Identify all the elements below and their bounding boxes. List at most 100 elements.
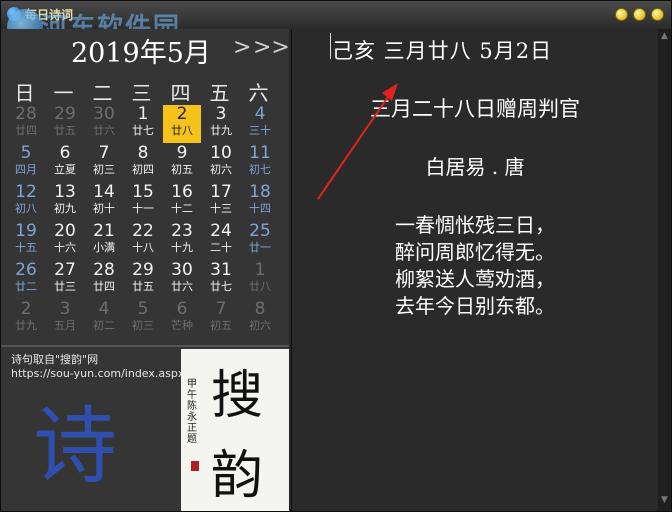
day-number: 4 bbox=[254, 104, 266, 124]
calendar-day[interactable]: 20 十六 bbox=[46, 222, 84, 260]
calendar-day[interactable]: 22 十八 bbox=[124, 222, 162, 260]
close-button[interactable] bbox=[651, 8, 664, 21]
calendar-day[interactable]: 9 初五 bbox=[163, 144, 201, 182]
lunar-date: 二十 bbox=[210, 241, 232, 254]
calendar-day[interactable]: 30 廿六 bbox=[85, 105, 123, 143]
calendar-day[interactable]: 2 廿九 bbox=[7, 300, 45, 338]
day-number: 18 bbox=[249, 182, 271, 202]
title-bar[interactable]: 每日诗词 河东软件园 bbox=[1, 1, 671, 45]
calendar-day[interactable]: 13 初九 bbox=[46, 183, 84, 221]
calligraphy-signature: 甲午陈永正题 bbox=[187, 379, 197, 445]
calendar-day[interactable]: 18 十四 bbox=[241, 183, 279, 221]
lunar-date: 立夏 bbox=[54, 163, 76, 176]
calendar-day[interactable]: 4 初二 bbox=[85, 300, 123, 338]
calendar-day[interactable]: 14 初十 bbox=[85, 183, 123, 221]
calendar-day[interactable]: 17 十三 bbox=[202, 183, 240, 221]
lunar-date: 廿五 bbox=[132, 280, 154, 293]
lunar-date: 廿一 bbox=[249, 241, 271, 254]
calligraphy-char-1: 搜 bbox=[211, 366, 264, 426]
lunar-date: 初十 bbox=[93, 202, 115, 215]
calendar-day[interactable]: 29 廿五 bbox=[124, 261, 162, 299]
scroll-up-icon[interactable]: ▲ bbox=[658, 31, 671, 43]
poem-line-4: 去年今日别东都。 bbox=[395, 294, 555, 318]
calendar-day[interactable]: 28 廿四 bbox=[85, 261, 123, 299]
calendar-day[interactable]: 4 三十 bbox=[241, 105, 279, 143]
lunar-date: 小满 bbox=[93, 241, 115, 254]
scroll-down-icon[interactable]: ▼ bbox=[658, 495, 671, 507]
weekday-label: 二 bbox=[92, 81, 113, 105]
lunar-date: 十四 bbox=[249, 202, 271, 215]
calendar-day[interactable]: 1 廿七 bbox=[124, 105, 162, 143]
lunar-date: 三十 bbox=[249, 124, 271, 137]
day-number: 15 bbox=[132, 182, 154, 202]
calendar-day[interactable]: 6 立夏 bbox=[46, 144, 84, 182]
day-number: 28 bbox=[15, 104, 37, 124]
calendar-day[interactable]: 21 小满 bbox=[85, 222, 123, 260]
weekday-label: 四 bbox=[170, 81, 191, 105]
calendar-header: 2019年5月 > >> bbox=[1, 29, 290, 71]
calendar-day[interactable]: 23 十九 bbox=[163, 222, 201, 260]
seal-stamp-icon bbox=[191, 461, 199, 471]
calendar-day[interactable]: 5 初三 bbox=[124, 300, 162, 338]
app-window: 每日诗词 河东软件园 2019年5月 > >> 日一二三四五六 28 廿四 29 廿五… bbox=[0, 0, 672, 512]
calendar-day[interactable]: 8 初六 bbox=[241, 300, 279, 338]
calendar-day[interactable]: 1 廿八 bbox=[241, 261, 279, 299]
calendar-day[interactable]: 28 廿四 bbox=[7, 105, 45, 143]
day-number: 26 bbox=[15, 260, 37, 280]
calendar-day[interactable]: 25 廿一 bbox=[241, 222, 279, 260]
calendar-day[interactable]: 8 初四 bbox=[124, 144, 162, 182]
lunar-date: 廿二 bbox=[15, 280, 37, 293]
day-number: 7 bbox=[98, 143, 110, 163]
lunar-date: 十三 bbox=[210, 202, 232, 215]
lunar-date: 廿八 bbox=[249, 280, 271, 293]
calendar-day[interactable]: 31 廿七 bbox=[202, 261, 240, 299]
lunar-date: 初二 bbox=[93, 319, 115, 332]
calendar-day[interactable]: 12 初八 bbox=[7, 183, 45, 221]
day-number: 28 bbox=[93, 260, 115, 280]
calendar-day[interactable]: 7 初三 bbox=[85, 144, 123, 182]
calendar-day[interactable]: 3 廿九 bbox=[202, 105, 240, 143]
lunar-date: 初三 bbox=[132, 319, 154, 332]
lunar-date: 廿七 bbox=[132, 124, 154, 137]
day-number: 30 bbox=[171, 260, 193, 280]
next-year-button[interactable]: >> bbox=[253, 35, 290, 60]
lunar-date: 廿四 bbox=[15, 124, 37, 137]
lunar-date: 初六 bbox=[210, 163, 232, 176]
calendar-day[interactable]: 15 十一 bbox=[124, 183, 162, 221]
day-number: 27 bbox=[54, 260, 76, 280]
weekday-label: 一 bbox=[53, 81, 74, 105]
poem-panel[interactable]: 己亥 三月廿八 5月2日 三月二十八日赠周判官 白居易 . 唐 一春惆怅残三日，… bbox=[291, 29, 658, 511]
maximize-button[interactable] bbox=[633, 8, 646, 21]
calendar-day[interactable]: 29 廿五 bbox=[46, 105, 84, 143]
calendar-day[interactable]: 30 廿六 bbox=[163, 261, 201, 299]
vertical-scrollbar[interactable]: ▲ ▼ bbox=[658, 29, 671, 511]
calendar-day[interactable]: 6 芒种 bbox=[163, 300, 201, 338]
lunar-date: 廿七 bbox=[210, 280, 232, 293]
calendar-day[interactable]: 3 五月 bbox=[46, 300, 84, 338]
calendar-day[interactable]: 5 四月 bbox=[7, 144, 45, 182]
calendar-day[interactable]: 11 初七 bbox=[241, 144, 279, 182]
day-number: 3 bbox=[59, 299, 71, 319]
lunar-date: 廿四 bbox=[93, 280, 115, 293]
calendar-day[interactable]: 7 初五 bbox=[202, 300, 240, 338]
calendar-day[interactable]: 27 廿三 bbox=[46, 261, 84, 299]
calligraphy-char-2: 韵 bbox=[211, 446, 264, 506]
poem-line-1: 一春惆怅残三日， bbox=[395, 213, 555, 237]
minimize-button[interactable] bbox=[615, 8, 628, 21]
calendar-day[interactable]: 10 初六 bbox=[202, 144, 240, 182]
lunar-date: 芒种 bbox=[171, 319, 193, 332]
day-number: 5 bbox=[20, 143, 32, 163]
calendar-day[interactable]: 24 二十 bbox=[202, 222, 240, 260]
lunar-date: 廿九 bbox=[210, 124, 232, 137]
day-number: 31 bbox=[210, 260, 232, 280]
calendar-day-today[interactable]: 2 廿八 bbox=[163, 105, 201, 143]
day-number: 16 bbox=[171, 182, 193, 202]
lunar-date: 初五 bbox=[171, 163, 193, 176]
lunar-date: 初六 bbox=[249, 319, 271, 332]
calendar-day[interactable]: 19 十五 bbox=[7, 222, 45, 260]
calendar-day[interactable]: 26 廿二 bbox=[7, 261, 45, 299]
next-month-button[interactable]: > bbox=[233, 35, 251, 60]
calendar-day[interactable]: 16 十二 bbox=[163, 183, 201, 221]
lunar-date: 十五 bbox=[15, 241, 37, 254]
lunar-date: 十九 bbox=[171, 241, 193, 254]
